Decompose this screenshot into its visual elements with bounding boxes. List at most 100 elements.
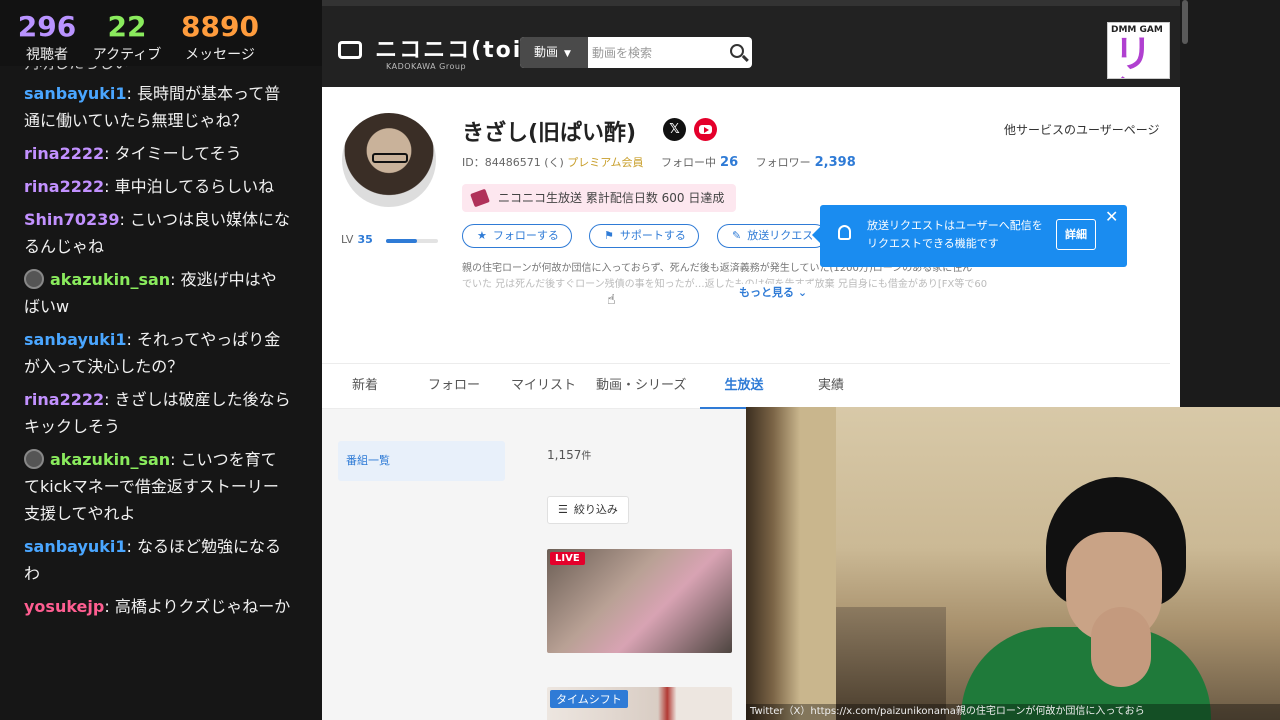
webcam-feed: Twitter（X）https://x.com/paizunikonama親の住… (746, 407, 1280, 720)
close-icon[interactable]: ✕ (1105, 207, 1118, 226)
live-badge: LIVE (550, 552, 585, 565)
message-count: 8890 メッセージ (178, 10, 262, 64)
site-logo[interactable]: ニコニコ(toi) KADOKAWA Group (338, 32, 535, 71)
chat-username: sanbayuki1 (24, 537, 127, 556)
avatar-glasses (372, 153, 408, 163)
search-category-label: 動画 (534, 45, 559, 59)
tab-0[interactable]: 新着 (352, 364, 378, 410)
achievement-badge: ニコニコ生放送 累計配信日数 600 日達成 (462, 184, 737, 212)
level-progress-bar (386, 239, 438, 243)
stream-stats: 296 視聴者 22 アクティブ 8890 メッセージ (0, 0, 322, 66)
chat-separator: : (104, 390, 115, 409)
program-count-unit: 件 (581, 451, 592, 462)
timeshift-thumbnail[interactable]: タイムシフト (547, 687, 732, 720)
tab-1[interactable]: フォロー (428, 364, 480, 410)
tooltip-text: 放送リクエストはユーザーへ配信をリクエストできる機能です (867, 219, 1043, 250)
chat-text: 高橋よりクズじゃねーか (114, 597, 291, 616)
search-input[interactable] (592, 37, 722, 68)
chat-message: sanbayuki1: 長時間が基本って普通に働いていたら無理じゃね？ (24, 80, 292, 134)
chat-panel: 296 視聴者 22 アクティブ 8890 メッセージ 判明したらしい sanb… (0, 0, 322, 720)
chat-username: sanbayuki1 (24, 84, 127, 103)
tab-5[interactable]: 実績 (818, 364, 844, 410)
chat-username: yosukejp (24, 597, 105, 616)
followers-count[interactable]: 2,398 (815, 155, 856, 170)
chat-message: sanbayuki1: なるほど勉強になるわ (24, 533, 292, 587)
youtube-play-icon (704, 127, 709, 133)
premium-label: プレミアム会員 (567, 156, 644, 169)
following-count[interactable]: 26 (720, 155, 738, 170)
level-progress-fill (386, 239, 418, 243)
sidebar-item-programs[interactable]: 番組一覧 (338, 441, 505, 481)
user-name: きざし(旧ぱい酢) (462, 121, 637, 146)
sliders-icon: ☰ (558, 503, 568, 516)
stream-screen: 296 視聴者 22 アクティブ 8890 メッセージ 判明したらしい sanb… (0, 0, 1280, 720)
header-top-strip (322, 0, 1180, 6)
chat-message-list: 判明したらしい sanbayuki1: 長時間が基本って普通に働いていたら無理じ… (24, 54, 292, 626)
chat-separator: : (126, 537, 138, 556)
lightbulb-icon (838, 225, 851, 240)
webcam-streamer (961, 477, 1211, 720)
request-tooltip: 放送リクエストはユーザーへ配信をリクエストできる機能です 詳細 ✕ (812, 205, 1127, 267)
tooltip-detail-button[interactable]: 詳細 (1056, 219, 1096, 250)
chat-separator: : (126, 330, 138, 349)
chat-separator: : (104, 177, 115, 196)
chat-message: sanbayuki1: それってやっぱり金が入って決心したの？ (24, 326, 292, 380)
chevron-down-icon: ▼ (564, 49, 571, 59)
tab-2[interactable]: マイリスト (511, 364, 576, 410)
chat-username: akazukin_san (50, 450, 171, 469)
achievement-text: ニコニコ生放送 累計配信日数 600 日達成 (498, 191, 725, 205)
support-button-label: サポートする (619, 229, 686, 242)
chat-message: rina2222: 車中泊してるらしいね (24, 173, 292, 200)
webcam-hand (1091, 607, 1151, 687)
youtube-icon[interactable] (694, 118, 717, 141)
chat-username: sanbayuki1 (24, 330, 127, 349)
ad-banner[interactable]: DMM GAM リン (1107, 22, 1170, 79)
webcam-door (746, 407, 836, 720)
timeshift-badge: タイムシフト (550, 690, 628, 708)
support-button[interactable]: ⚑ サポートする (589, 224, 699, 248)
show-more-link[interactable]: もっと見る ⌄ (735, 284, 812, 300)
browser-scrollbar[interactable] (1180, 0, 1280, 407)
chat-separator: : (104, 144, 115, 163)
search-category-select[interactable]: 動画 ▼ (520, 37, 588, 68)
chat-message: akazukin_san: こいつを育ててkickマネーで借金返すストーリー支援… (24, 446, 292, 527)
viewer-count-value: 296 (17, 10, 77, 43)
viewer-count: 296 視聴者 (16, 10, 78, 64)
search-icon[interactable] (730, 44, 744, 58)
chat-username: rina2222 (24, 390, 105, 409)
ticket-icon (470, 188, 490, 208)
hand-cursor-icon: ☝ (607, 292, 616, 308)
chat-message: yosukejp: 高橋よりクズじゃねーか (24, 593, 292, 620)
chat-username: rina2222 (24, 144, 105, 163)
other-services-dropdown[interactable]: 他サービスのユーザーページ (1004, 121, 1160, 138)
program-count: 1,157件 (547, 447, 591, 462)
message-count-label: メッセージ (185, 47, 255, 63)
scrollbar-thumb[interactable] (1182, 0, 1188, 44)
live-thumbnail[interactable]: LIVE (547, 549, 732, 653)
filter-button[interactable]: ☰ 絞り込み (547, 496, 629, 524)
logo-text: ニコニコ(toi) (375, 38, 535, 63)
follow-button-label: フォローする (492, 229, 559, 242)
chat-separator: : (126, 84, 138, 103)
user-avatar-icon (24, 449, 44, 469)
chat-text: タイミーしてそう (114, 144, 242, 163)
tab-4[interactable]: 生放送 (700, 364, 788, 410)
chevron-down-icon: ⌄ (797, 286, 808, 299)
chat-separator: : (104, 597, 115, 616)
profile-tabs: 新着 フォロー マイリスト 動画・シリーズ 生放送 実績 (322, 363, 1170, 410)
follow-button[interactable]: ★ フォローする (462, 224, 572, 248)
tab-3[interactable]: 動画・シリーズ (596, 364, 686, 410)
tv-icon (338, 41, 362, 59)
avatar (342, 113, 436, 207)
filter-label: 絞り込み (573, 503, 618, 516)
user-id: ID：84486571 (く) (462, 156, 564, 169)
x-icon[interactable]: 𝕏 (663, 118, 686, 141)
star-icon: ★ (477, 229, 487, 242)
level-value: 35 (357, 233, 373, 246)
broadcast-request-button[interactable]: ✎ 放送リクエスト (717, 224, 827, 248)
flag-icon: ⚑ (604, 229, 614, 242)
chat-separator: : (170, 270, 181, 289)
chat-message: akazukin_san: 夜逃げ中はやばいw (24, 266, 292, 320)
user-meta: ID：84486571 (く) プレミアム会員 フォロー中 26 フォロワー 2,3… (462, 154, 856, 170)
user-profile: LV 35 きざし(旧ぱい酢) 𝕏 他サービスのユーザーページ ID：844865… (322, 87, 1170, 363)
